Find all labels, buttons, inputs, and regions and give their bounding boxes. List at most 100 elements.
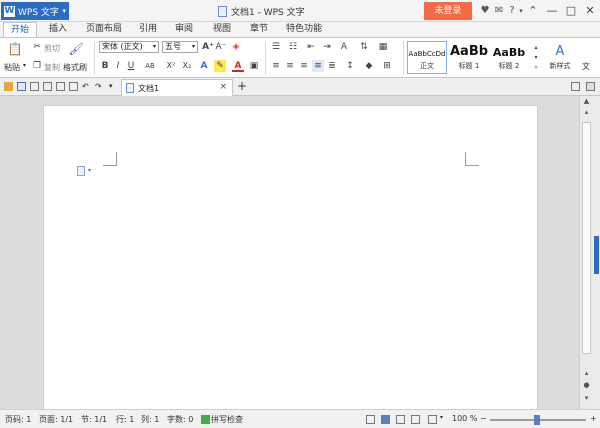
style-heading-1[interactable]: AaBb 标题 1 (449, 41, 489, 74)
tab-review[interactable]: 审阅 (170, 22, 198, 37)
bold-button[interactable]: B (99, 60, 111, 72)
clear-format-icon[interactable]: ◈ (230, 41, 242, 53)
scroll-up-page-icon[interactable]: ▴ (580, 107, 593, 117)
align-left-icon[interactable]: ≡ (270, 60, 282, 72)
new-style-button[interactable]: A 新样式 (542, 41, 578, 74)
tab-special-features[interactable]: 特色功能 (282, 22, 326, 37)
open-folder-icon[interactable] (4, 82, 13, 91)
zoom-slider-thumb[interactable] (534, 415, 540, 425)
close-icon[interactable]: ✕ (581, 2, 599, 20)
full-screen-icon[interactable] (428, 415, 437, 424)
document-tab[interactable]: 文档1 × (121, 79, 233, 96)
undo-icon[interactable]: ↶ (82, 82, 91, 91)
numbered-list-icon[interactable]: ☷ (287, 41, 299, 53)
divider (94, 41, 95, 75)
zoom-level[interactable]: 100 % (452, 414, 477, 423)
select-browse-object-icon[interactable]: ● (580, 380, 593, 390)
title-bar: W WPS 文字 ▾ 文档1 - WPS 文字 未登录 ♥ ✉ ? ▾ ⌃ — … (0, 0, 600, 22)
maximize-icon[interactable]: □ (562, 2, 580, 20)
ribbon-collapse-icon[interactable]: ⌃ (524, 2, 542, 20)
side-panel-toggle[interactable] (594, 236, 599, 274)
strikethrough-button[interactable]: AB (143, 60, 157, 72)
text-tools-label[interactable]: 文 (582, 61, 590, 72)
align-center-icon[interactable]: ≡ (284, 60, 296, 72)
zoom-in-button[interactable]: + (590, 414, 597, 423)
scroll-up-icon[interactable]: ▲ (580, 96, 593, 106)
style-heading-2[interactable]: AaBb 标题 2 (489, 41, 529, 74)
chevron-down-icon: ▾ (88, 167, 92, 174)
wps-app-menu-button[interactable]: W WPS 文字 ▾ (1, 2, 69, 20)
shading-icon[interactable]: ◆ (363, 60, 375, 72)
superscript-button[interactable]: X² (164, 60, 178, 72)
reading-view-icon[interactable] (366, 415, 375, 424)
close-tab-icon[interactable]: × (219, 82, 227, 92)
highlight-icon[interactable]: ✎ (214, 60, 226, 72)
redo-icon[interactable]: ↷ (95, 82, 104, 91)
share-icon[interactable]: ✉ (492, 4, 506, 18)
chevron-down-icon: ▾ (62, 7, 66, 15)
italic-button[interactable]: I (112, 60, 124, 72)
line-spacing-icon[interactable]: ↕ (344, 60, 356, 72)
wps-logo-icon: W (4, 5, 15, 17)
status-page-number[interactable]: 页码: 1 (5, 414, 31, 425)
scrollbar-thumb[interactable] (582, 122, 591, 354)
tab-insert[interactable]: 插入 (44, 22, 72, 37)
margin-corner-top-right (465, 152, 479, 166)
table-grid-icon[interactable]: ▦ (377, 41, 389, 53)
style-normal[interactable]: AaBbCcDd 正文 (407, 41, 447, 74)
style-more-icon[interactable]: ▿ (530, 62, 542, 74)
decrease-indent-icon[interactable]: ⇤ (305, 41, 317, 53)
text-effect-button[interactable]: A (198, 60, 210, 72)
new-style-icon: A (555, 44, 565, 59)
vertical-scrollbar[interactable]: ▲ ▴ ▴ ● ▾ (579, 96, 593, 409)
tab-references[interactable]: 引用 (134, 22, 162, 37)
tab-chapter[interactable]: 章节 (245, 22, 273, 37)
font-color-icon[interactable]: A (232, 60, 244, 72)
borders-icon[interactable]: ⊞ (381, 60, 393, 72)
new-tab-button[interactable]: + (237, 79, 247, 93)
page-view-icon[interactable] (381, 415, 390, 424)
spell-check-label[interactable]: 拼写检查 (211, 414, 243, 425)
window-list-icon[interactable] (571, 82, 580, 91)
login-button[interactable]: 未登录 (424, 2, 472, 20)
increase-indent-icon[interactable]: ⇥ (321, 41, 333, 53)
document-workspace: ▾ (0, 96, 579, 409)
distributed-align-icon[interactable]: ≣ (326, 60, 338, 72)
bullet-list-icon[interactable]: ☰ (270, 41, 282, 53)
minimize-icon[interactable]: — (543, 2, 561, 20)
tab-view[interactable]: 视图 (208, 22, 236, 37)
align-right-icon[interactable]: ≡ (298, 60, 310, 72)
export-pdf-icon[interactable] (30, 82, 39, 91)
print-preview-icon[interactable] (56, 82, 65, 91)
tab-home[interactable]: 开始 (3, 22, 37, 37)
prev-page-icon[interactable]: ▴ (580, 368, 593, 378)
customize-qa-icon[interactable]: ▾ (109, 82, 118, 91)
app-name: WPS 文字 (18, 7, 59, 18)
outline-view-icon[interactable] (411, 415, 420, 424)
web-view-icon[interactable] (396, 415, 405, 424)
spell-icon[interactable] (69, 82, 78, 91)
sort-icon[interactable]: ⇅ (358, 41, 370, 53)
grow-font-button[interactable]: A⁺ (202, 41, 214, 53)
status-row: 行: 1 (116, 415, 135, 424)
zoom-out-button[interactable]: − (480, 414, 487, 423)
tab-page-layout[interactable]: 页面布局 (82, 22, 126, 37)
next-page-icon[interactable]: ▾ (580, 393, 593, 403)
tab-menu-icon[interactable] (586, 82, 595, 91)
status-word-count[interactable]: 字数: 0 (167, 414, 193, 425)
subscript-button[interactable]: X₂ (180, 60, 194, 72)
font-family-select[interactable]: 宋体 (正文) ▾ (99, 41, 159, 53)
chevron-down-icon[interactable]: ▾ (440, 414, 443, 421)
document-page[interactable]: ▾ (43, 105, 538, 409)
skin-icon[interactable]: ♥ (478, 4, 492, 18)
shrink-font-button[interactable]: A⁻ (215, 41, 227, 53)
status-column: 列: 1 (141, 415, 160, 424)
print-icon[interactable] (43, 82, 52, 91)
chinese-layout-icon[interactable]: A (338, 41, 350, 53)
save-icon[interactable] (17, 82, 26, 91)
paragraph-icon[interactable] (77, 166, 85, 176)
align-justify-icon[interactable]: ≡ (312, 60, 324, 72)
font-size-select[interactable]: 五号 ▾ (162, 41, 198, 53)
char-border-icon[interactable]: ▣ (248, 60, 260, 72)
underline-button[interactable]: U (125, 60, 137, 72)
